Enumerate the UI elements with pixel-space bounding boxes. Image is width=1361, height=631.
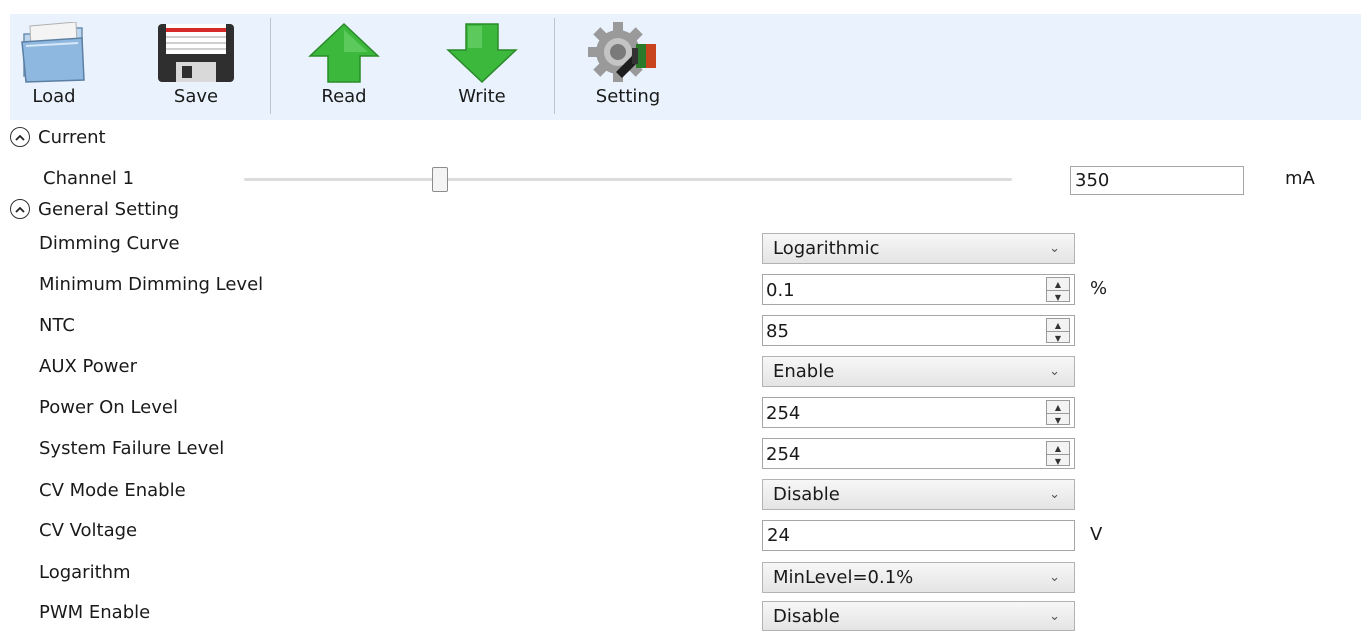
- pwm-enable-label: PWM Enable: [39, 602, 151, 623]
- spin-up-button[interactable]: ▲: [1047, 278, 1069, 291]
- toolbar-separator: [270, 18, 271, 114]
- system-failure-level-value: 254: [766, 444, 801, 465]
- logarithm-value: MinLevel=0.1%: [773, 567, 914, 588]
- spin-down-button[interactable]: ▼: [1047, 291, 1069, 303]
- chevron-up-icon: [10, 127, 30, 147]
- chevron-down-icon: ⌄: [1049, 241, 1060, 256]
- power-on-level-label: Power On Level: [39, 397, 178, 418]
- ntc-label: NTC: [39, 315, 75, 336]
- channel-1-unit: mA: [1285, 168, 1315, 189]
- dimming-curve-value: Logarithmic: [773, 238, 880, 259]
- gear-icon: [586, 14, 670, 84]
- power-on-level-spinner[interactable]: 254 ▲ ▼: [762, 397, 1075, 428]
- toolbar: Load Save Read Write Setting: [10, 14, 1361, 120]
- spin-up-button[interactable]: ▲: [1047, 319, 1069, 332]
- chevron-down-icon: ⌄: [1049, 487, 1060, 502]
- pwm-enable-value: Disable: [773, 606, 840, 627]
- cv-voltage-input[interactable]: 24: [762, 520, 1075, 551]
- current-section-title: Current: [38, 126, 106, 148]
- chevron-down-icon: ⌄: [1049, 609, 1060, 624]
- general-setting-section-title: General Setting: [38, 198, 180, 220]
- write-label: Write: [458, 86, 506, 107]
- minimum-dimming-level-value: 0.1: [766, 280, 795, 301]
- read-label: Read: [321, 86, 367, 107]
- channel-1-label: Channel 1: [43, 168, 135, 189]
- aux-power-label: AUX Power: [39, 356, 137, 377]
- up-arrow-icon: [308, 14, 380, 84]
- cv-mode-enable-select[interactable]: Disable ⌄: [762, 479, 1075, 510]
- save-label: Save: [173, 86, 219, 107]
- minimum-dimming-level-unit: %: [1090, 278, 1108, 299]
- dimming-curve-label: Dimming Curve: [39, 233, 180, 254]
- setting-button[interactable]: Setting: [586, 14, 670, 120]
- general-setting-section-header[interactable]: General Setting: [10, 197, 179, 221]
- cv-voltage-unit: V: [1090, 524, 1103, 545]
- channel-1-slider-track[interactable]: [244, 178, 1012, 181]
- chevron-down-icon: ⌄: [1049, 364, 1060, 379]
- dimming-curve-select[interactable]: Logarithmic ⌄: [762, 233, 1075, 264]
- spin-down-button[interactable]: ▼: [1047, 455, 1069, 467]
- system-failure-level-spinner[interactable]: 254 ▲ ▼: [762, 438, 1075, 469]
- channel-1-value-input[interactable]: 350: [1070, 166, 1244, 195]
- chevron-up-icon: [10, 199, 30, 219]
- setting-label: Setting: [595, 86, 661, 107]
- cv-mode-enable-label: CV Mode Enable: [39, 480, 186, 501]
- channel-1-slider-thumb[interactable]: [431, 167, 448, 192]
- down-arrow-icon: [446, 14, 518, 84]
- cv-voltage-label: CV Voltage: [39, 520, 138, 541]
- floppy-disk-icon: [156, 14, 236, 84]
- spin-down-button[interactable]: ▼: [1047, 332, 1069, 344]
- read-button[interactable]: Read: [308, 14, 380, 120]
- toolbar-separator: [554, 18, 555, 114]
- spin-up-button[interactable]: ▲: [1047, 442, 1069, 455]
- chevron-down-icon: ⌄: [1049, 570, 1060, 585]
- pwm-enable-select[interactable]: Disable ⌄: [762, 601, 1075, 631]
- folder-icon: [20, 14, 88, 84]
- aux-power-select[interactable]: Enable ⌄: [762, 356, 1075, 387]
- load-label: Load: [32, 86, 76, 107]
- cv-mode-enable-value: Disable: [773, 484, 840, 505]
- spin-up-button[interactable]: ▲: [1047, 401, 1069, 414]
- power-on-level-value: 254: [766, 403, 801, 424]
- ntc-spinner[interactable]: 85 ▲ ▼: [762, 315, 1075, 346]
- minimum-dimming-level-label: Minimum Dimming Level: [39, 274, 264, 295]
- minimum-dimming-level-spinner[interactable]: 0.1 ▲ ▼: [762, 274, 1075, 305]
- write-button[interactable]: Write: [446, 14, 518, 120]
- save-button[interactable]: Save: [156, 14, 236, 120]
- current-section-header[interactable]: Current: [10, 125, 106, 149]
- system-failure-level-label: System Failure Level: [39, 438, 225, 459]
- spin-down-button[interactable]: ▼: [1047, 414, 1069, 426]
- logarithm-select[interactable]: MinLevel=0.1% ⌄: [762, 562, 1075, 593]
- logarithm-label: Logarithm: [39, 562, 131, 583]
- aux-power-value: Enable: [773, 361, 835, 382]
- ntc-value: 85: [766, 321, 789, 342]
- load-button[interactable]: Load: [20, 14, 88, 120]
